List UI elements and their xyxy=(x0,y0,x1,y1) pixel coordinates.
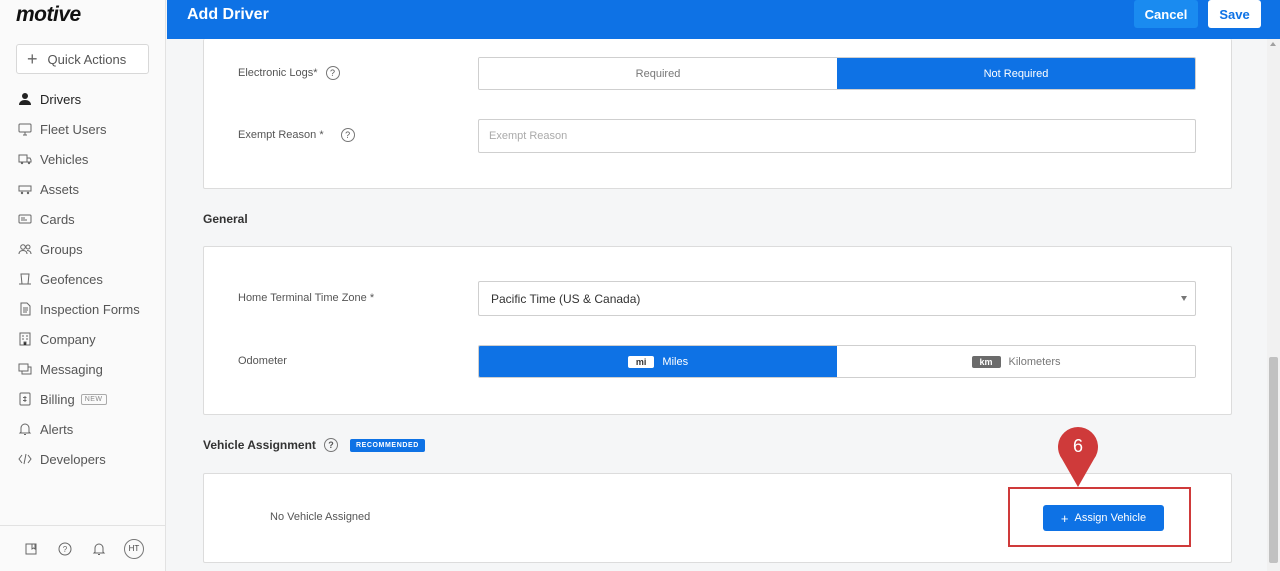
monitor-icon xyxy=(18,122,32,136)
scrollbar[interactable] xyxy=(1267,39,1280,571)
general-card xyxy=(203,246,1232,415)
code-icon xyxy=(18,452,32,466)
sidebar-item-label: Billing xyxy=(40,391,75,407)
km-unit-badge: km xyxy=(971,355,1001,368)
sidebar-item-label: Fleet Users xyxy=(40,121,107,137)
help-icon[interactable]: ? xyxy=(323,438,338,452)
sidebar-item-label: Cards xyxy=(40,211,75,227)
sidebar-item-company[interactable]: Company xyxy=(0,324,166,354)
document-icon xyxy=(18,302,32,316)
kilometers-label: Kilometers xyxy=(1008,355,1061,368)
electronic-logs-label: Electronic Logs* ? xyxy=(238,66,340,80)
sidebar-item-billing[interactable]: Billing NEW xyxy=(0,384,166,414)
truck-icon xyxy=(18,152,32,166)
recommended-badge: RECOMMENDED xyxy=(349,438,425,452)
sidebar-item-label: Vehicles xyxy=(40,151,89,167)
plus-icon: + xyxy=(27,49,38,69)
miles-unit-badge: mi xyxy=(627,355,655,368)
sidebar-item-label: Drivers xyxy=(40,91,82,107)
geofence-icon xyxy=(18,272,32,286)
help-icon[interactable]: ? xyxy=(325,66,340,80)
card-icon xyxy=(18,212,32,226)
exempt-reason-label: Exempt Reason * ? xyxy=(238,128,355,142)
cancel-button[interactable]: Cancel xyxy=(1134,0,1198,28)
book-icon[interactable] xyxy=(22,540,40,558)
notification-bell-icon[interactable] xyxy=(90,540,108,558)
sidebar-item-inspection-forms[interactable]: Inspection Forms xyxy=(0,294,166,324)
odometer-toggle: mi Miles km Kilometers xyxy=(478,345,1196,378)
sidebar-item-groups[interactable]: Groups xyxy=(0,234,166,264)
sidebar-item-fleet-users[interactable]: Fleet Users xyxy=(0,114,166,144)
chat-icon xyxy=(18,362,32,376)
not-required-option[interactable]: Not Required xyxy=(837,58,1195,89)
sidebar-item-label: Messaging xyxy=(40,361,103,377)
electronic-logs-text: Electronic Logs* xyxy=(238,67,318,79)
sidebar-item-messaging[interactable]: Messaging xyxy=(0,354,166,384)
electronic-logs-toggle: Required Not Required xyxy=(478,57,1196,90)
person-icon xyxy=(18,92,32,106)
scroll-thumb[interactable] xyxy=(1269,357,1278,563)
sidebar: motive + Quick Actions Drivers Fleet Use… xyxy=(0,0,166,571)
avatar[interactable]: HT xyxy=(124,538,144,559)
sidebar-footer: ? HT xyxy=(0,525,166,571)
building-icon xyxy=(18,332,32,346)
help-icon[interactable]: ? xyxy=(56,540,74,558)
sidebar-item-vehicles[interactable]: Vehicles xyxy=(0,144,166,174)
svg-text:?: ? xyxy=(63,545,68,554)
general-section-title: General xyxy=(203,212,248,226)
kilometers-option[interactable]: km Kilometers xyxy=(837,346,1195,377)
sidebar-item-label: Company xyxy=(40,331,96,347)
no-vehicle-text: No Vehicle Assigned xyxy=(270,511,371,523)
timezone-select[interactable]: Pacific Time (US & Canada) xyxy=(478,281,1196,316)
highlight-box xyxy=(1008,487,1191,547)
miles-label: Miles xyxy=(662,355,689,368)
sidebar-nav: Drivers Fleet Users Vehicles Assets Card… xyxy=(0,84,166,474)
bell-icon xyxy=(18,422,32,436)
step-number: 6 xyxy=(1072,436,1083,456)
sidebar-item-label: Geofences xyxy=(40,271,103,287)
sidebar-item-label: Assets xyxy=(40,181,80,197)
odometer-label: Odometer xyxy=(238,355,287,367)
top-header: Add Driver Cancel Save xyxy=(167,0,1280,39)
vehicle-assignment-title: Vehicle Assignment ? RECOMMENDED xyxy=(203,438,425,452)
sidebar-item-label: Groups xyxy=(40,241,83,257)
trailer-icon xyxy=(18,182,32,196)
vehicle-assignment-text: Vehicle Assignment xyxy=(203,438,316,452)
sidebar-item-geofences[interactable]: Geofences xyxy=(0,264,166,294)
sidebar-item-cards[interactable]: Cards xyxy=(0,204,166,234)
required-option[interactable]: Required xyxy=(479,58,837,89)
sidebar-item-drivers[interactable]: Drivers xyxy=(0,84,166,114)
caret-down-icon xyxy=(1181,296,1187,301)
motive-logo[interactable]: motive xyxy=(16,3,81,27)
save-button[interactable]: Save xyxy=(1208,0,1261,28)
sidebar-item-label: Alerts xyxy=(40,421,74,437)
users-icon xyxy=(18,242,32,256)
quick-actions-button[interactable]: + Quick Actions xyxy=(16,44,149,74)
sidebar-item-alerts[interactable]: Alerts xyxy=(0,414,166,444)
sidebar-item-assets[interactable]: Assets xyxy=(0,174,166,204)
exempt-reason-input[interactable] xyxy=(478,119,1196,153)
scroll-up-arrow-icon[interactable] xyxy=(1270,42,1276,46)
timezone-label: Home Terminal Time Zone * xyxy=(238,292,375,304)
sidebar-item-label: Developers xyxy=(40,451,106,467)
exempt-reason-text: Exempt Reason * xyxy=(238,129,324,141)
sidebar-item-label: Inspection Forms xyxy=(40,301,140,317)
miles-option[interactable]: mi Miles xyxy=(479,346,837,377)
receipt-icon xyxy=(18,392,32,406)
quick-actions-label: Quick Actions xyxy=(47,51,127,67)
sidebar-item-developers[interactable]: Developers xyxy=(0,444,166,474)
new-badge: NEW xyxy=(80,393,107,405)
page-title: Add Driver xyxy=(187,6,269,23)
help-icon[interactable]: ? xyxy=(340,128,355,142)
timezone-value: Pacific Time (US & Canada) xyxy=(491,291,641,306)
